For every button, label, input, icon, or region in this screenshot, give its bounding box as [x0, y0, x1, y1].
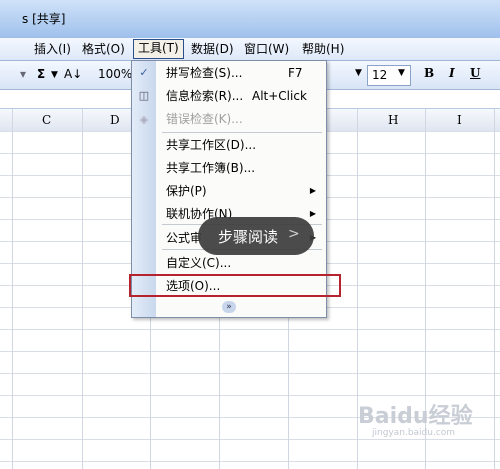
bold-button[interactable]: B: [424, 66, 434, 80]
sort-ascending-icon[interactable]: A↓: [64, 67, 82, 81]
toolbar-dropdown-icon[interactable]: ▾: [20, 67, 26, 81]
autosum-icon[interactable]: Σ: [37, 67, 45, 81]
formula-audit-label: 公式审: [166, 231, 203, 245]
step-reading-button[interactable]: 步骤阅读 >: [198, 217, 314, 255]
zoom-box[interactable]: 100%: [98, 67, 132, 81]
menu-separator: [162, 132, 322, 133]
options-highlight-box: [129, 274, 341, 297]
research-icon: ◫: [138, 89, 150, 102]
menu-data[interactable]: 数据(D): [187, 41, 238, 58]
spell-check-shortcut: F7: [288, 66, 303, 80]
underline-button[interactable]: U: [470, 66, 480, 80]
watermark-url: jingyan.baidu.com: [372, 428, 456, 438]
italic-button[interactable]: I: [449, 66, 455, 80]
menu-window[interactable]: 窗口(W): [240, 41, 293, 58]
grid-line: [82, 109, 83, 469]
chevron-right-icon: >: [288, 226, 300, 242]
shared-workspace-label: 共享工作区(D)...: [166, 138, 257, 152]
grid-line: [494, 109, 495, 469]
font-size-value: 12: [372, 68, 388, 82]
title-bar: s [共享]: [0, 0, 500, 38]
menu-item-protection[interactable]: 保护(P) ▶: [156, 180, 326, 202]
menu-item-spell-check[interactable]: 拼写检查(S)... F7: [156, 62, 326, 84]
step-reading-label: 步骤阅读: [218, 228, 279, 246]
autosum-dropdown-icon[interactable]: ▼: [51, 70, 58, 80]
customize-label: 自定义(C)...: [166, 256, 232, 270]
expand-menu-chevron-icon[interactable]: »: [222, 301, 236, 313]
grid-line: [12, 109, 13, 469]
menu-help[interactable]: 帮助(H): [298, 41, 348, 58]
menu-item-shared-workspace[interactable]: 共享工作区(D)...: [156, 134, 326, 156]
research-label: 信息检索(R)...: [166, 89, 244, 103]
menu-item-error-check: 错误检查(K)...: [156, 108, 326, 130]
column-header-c[interactable]: C: [42, 113, 51, 127]
spell-check-icon: ✓: [139, 66, 149, 79]
error-check-icon: ◈: [139, 113, 149, 126]
menu-insert[interactable]: 插入(I): [30, 41, 75, 58]
menu-item-share-workbook[interactable]: 共享工作簿(B)...: [156, 157, 326, 179]
watermark-logo: Baidu经验: [358, 404, 473, 429]
submenu-arrow-icon: ▶: [309, 186, 316, 195]
menu-bar: 插入(I) 格式(O) 工具(T) 数据(D) 窗口(W) 帮助(H): [0, 38, 500, 61]
protection-label: 保护(P): [166, 184, 207, 198]
error-check-label: 错误检查(K)...: [166, 112, 243, 126]
font-dropdown-icon[interactable]: ▼: [355, 68, 362, 78]
spell-check-label: 拼写检查(S)...: [166, 66, 243, 80]
menu-item-customize[interactable]: 自定义(C)...: [156, 252, 326, 274]
column-header-h[interactable]: H: [388, 113, 398, 127]
window-title: s [共享]: [22, 12, 66, 26]
menu-item-research[interactable]: 信息检索(R)... Alt+Click: [156, 85, 326, 107]
menu-tools[interactable]: 工具(T): [133, 39, 184, 59]
share-workbook-label: 共享工作簿(B)...: [166, 161, 256, 175]
font-size-dropdown-icon[interactable]: ▼: [398, 68, 405, 78]
research-shortcut: Alt+Click: [252, 89, 307, 103]
column-header-i[interactable]: I: [457, 113, 462, 127]
submenu-arrow-icon: ▶: [309, 209, 316, 218]
menu-format[interactable]: 格式(O): [78, 41, 129, 58]
column-header-d[interactable]: D: [110, 113, 120, 127]
